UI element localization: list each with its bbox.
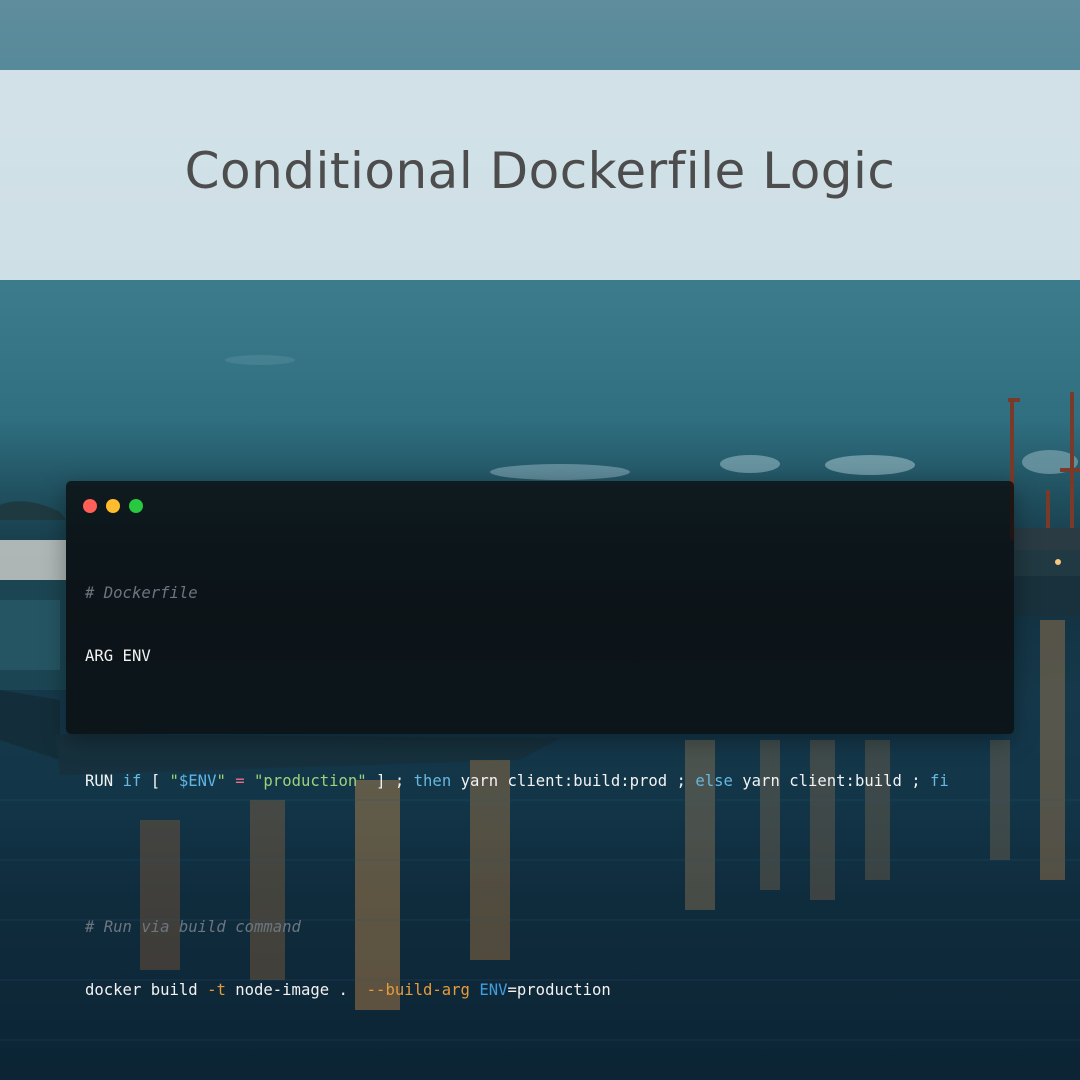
code-text: ARG ENV [85, 647, 151, 665]
code-env-name: ENV [479, 981, 508, 999]
code-flag: --build-arg [366, 981, 470, 999]
code-token: ] ; [366, 772, 414, 790]
code-block: # Dockerfile ARG ENV RUN if [ "$ENV" = "… [85, 541, 949, 1043]
code-string: " [216, 772, 226, 790]
window-controls [83, 499, 143, 513]
code-variable: $ENV [178, 772, 217, 790]
code-keyword: else [695, 772, 733, 790]
code-keyword: fi [930, 772, 949, 790]
code-token: node-image . [225, 981, 367, 999]
code-line-run: RUN if [ "$ENV" = "production" ] ; then … [85, 771, 949, 792]
code-line-comment-dockerfile: # Dockerfile [85, 583, 949, 604]
code-comment: # Run via build command [85, 918, 301, 936]
code-keyword: if [122, 772, 142, 790]
code-line-comment-build: # Run via build command [85, 917, 949, 938]
poster: Conditional Dockerfile Logic # Dockerfil… [0, 0, 1080, 1080]
maximize-dot-icon [129, 499, 143, 513]
code-comment: # Dockerfile [85, 584, 198, 602]
code-token: yarn client:build:prod ; [451, 772, 696, 790]
code-token: RUN [85, 772, 123, 790]
code-token: docker build [85, 981, 208, 999]
code-string: " [169, 772, 179, 790]
minimize-dot-icon [106, 499, 120, 513]
code-token: =production [507, 981, 611, 999]
code-keyword: then [413, 772, 452, 790]
code-window: # Dockerfile ARG ENV RUN if [ "$ENV" = "… [66, 481, 1014, 999]
close-dot-icon [83, 499, 97, 513]
code-token: yarn client:build ; [732, 772, 931, 790]
code-line-docker-build: docker build -t node-image . --build-arg… [85, 980, 949, 1001]
page-title: Conditional Dockerfile Logic [184, 142, 896, 200]
title-banner: Conditional Dockerfile Logic [0, 70, 1080, 280]
code-token: [ [141, 772, 170, 790]
code-flag: -t [207, 981, 226, 999]
code-string: "production" [254, 772, 367, 790]
code-line-arg: ARG ENV [85, 646, 949, 667]
code-operator: = [235, 772, 245, 790]
